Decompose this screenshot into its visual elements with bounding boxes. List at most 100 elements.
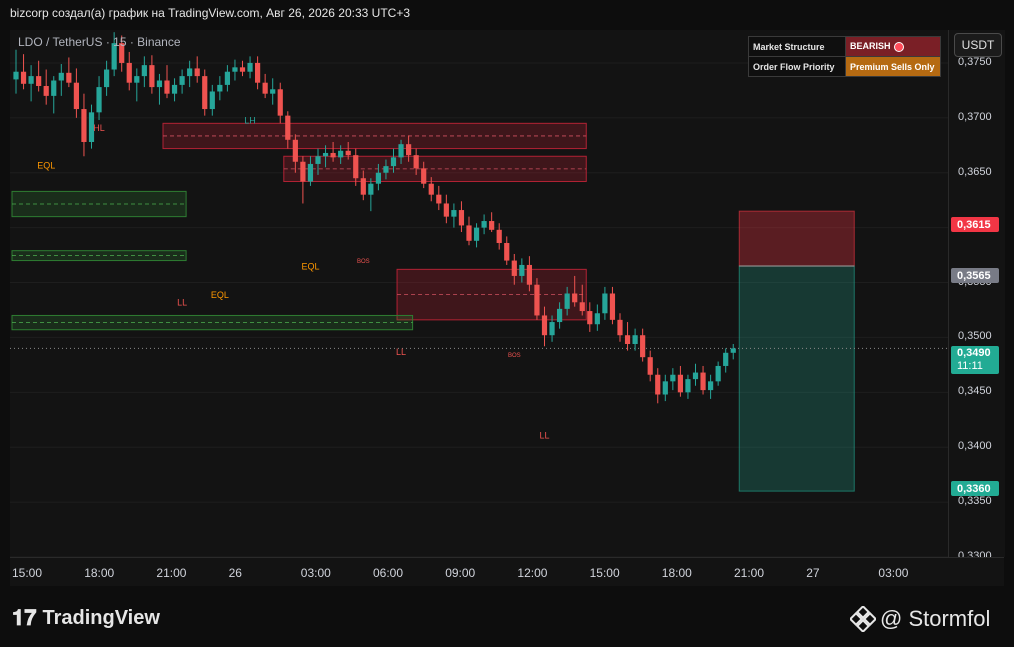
tradingview-mark-icon: 𝟏𝟕 [12, 605, 37, 630]
price-tag-current: 0,3490 11:11 [951, 346, 999, 374]
candle-body [368, 183, 374, 195]
plot-area[interactable]: HL EQL LH LL EQL EQL LL LL BOS BOS [10, 30, 948, 557]
candle-body [315, 156, 321, 164]
annotation-eql: EQL [37, 160, 55, 170]
candle-body [134, 76, 140, 83]
time-tick-label: 03:00 [300, 566, 331, 580]
candle-body [519, 264, 525, 276]
time-tick-label: 09:00 [445, 566, 476, 580]
tradingview-logo[interactable]: 𝟏𝟕 TradingView [12, 605, 160, 631]
annotation-bos: BOS [508, 353, 521, 359]
candle-body [708, 381, 714, 391]
candle-body [375, 172, 381, 184]
candle-body [383, 166, 389, 173]
candle-body [572, 293, 578, 303]
candle-body [504, 242, 510, 261]
candle-body [58, 72, 64, 81]
candle-body [557, 308, 563, 323]
candlestick-chart[interactable]: HL EQL LH LL EQL EQL LL LL BOS BOS [10, 30, 948, 557]
current-price: 0,3490 [957, 347, 991, 359]
candle-body [406, 144, 412, 156]
candle-body [292, 139, 298, 162]
candle-body [156, 80, 163, 88]
candle-body [692, 372, 699, 380]
candle-body [511, 260, 517, 276]
candle-body [534, 284, 540, 316]
candle-body [602, 293, 608, 314]
candle-body [164, 80, 170, 94]
candle-body [217, 84, 223, 92]
candle-body [700, 372, 706, 391]
candle-body [723, 352, 729, 366]
price-tick-label: 0,3350 [958, 495, 992, 508]
candle-body [715, 365, 721, 382]
candle-body [13, 71, 19, 80]
candle-body [187, 68, 193, 77]
candle-body [247, 62, 253, 72]
demand-zone [11, 314, 414, 331]
candle-body [685, 379, 691, 393]
time-tick-label: 03:00 [878, 566, 909, 580]
price-tick-label: 0,3400 [958, 440, 992, 453]
candle-body [421, 168, 427, 184]
candle-body [670, 374, 676, 382]
candle-body [443, 203, 449, 217]
candle-body [300, 161, 306, 182]
market-structure-label: Market Structure [748, 36, 846, 57]
candle-body [655, 374, 661, 395]
symbol-label: LDO / TetherUS · 15 · Binance [18, 35, 181, 49]
candle-body [640, 335, 646, 358]
annotation-eql: EQL [211, 290, 229, 300]
price-tick-label: 0,3750 [958, 55, 992, 68]
price-tick-label: 0,3450 [958, 385, 992, 398]
time-tick-label: 21:00 [156, 566, 187, 580]
candle-body [451, 210, 457, 217]
candle-body [677, 374, 683, 393]
candle-body [28, 76, 34, 84]
header-title: bizcorp создал(а) график на TradingView.… [10, 6, 411, 20]
annotation-ll: LL [539, 430, 549, 440]
candle-body [345, 150, 351, 156]
candle-body [202, 76, 208, 110]
price-tick-label: 0,3700 [958, 110, 992, 123]
candle-body [126, 62, 132, 83]
time-tick-label: 15:00 [12, 566, 43, 580]
candle-body [285, 115, 291, 140]
annotation-bos: BOS [357, 259, 370, 265]
candle-body [277, 89, 283, 116]
annotation-lh: LH [244, 115, 256, 125]
time-tick-label: 18:00 [661, 566, 692, 580]
annotation-ll: LL [396, 347, 406, 357]
candle-body [617, 319, 623, 336]
candle-body [353, 155, 359, 179]
author-credit: @ Stormfol [850, 606, 990, 632]
market-structure-table: Market Structure BEARISH Order Flow Prio… [748, 36, 941, 77]
candle-body [473, 227, 480, 241]
candle-body [609, 293, 616, 320]
candle-body [81, 109, 87, 142]
time-tick-label: 27 [806, 566, 820, 580]
candle-body [662, 381, 668, 395]
price-axis[interactable] [948, 30, 1005, 557]
candle-body [149, 65, 155, 88]
candle-body [36, 76, 42, 86]
time-tick-label: 15:00 [589, 566, 620, 580]
candle-body [390, 157, 397, 167]
candle-body [496, 229, 502, 243]
candle-body [587, 311, 593, 325]
candle-body [330, 152, 336, 158]
diamond-logo-icon [850, 606, 876, 632]
candle-body [20, 71, 27, 84]
candle-body [458, 210, 465, 226]
currency-unit-button[interactable]: USDT [954, 33, 1002, 57]
order-flow-value: Premium Sells Only [845, 56, 941, 77]
candle-body [466, 225, 472, 241]
time-tick-label: 18:00 [84, 566, 115, 580]
candle-body [489, 221, 495, 230]
time-tick-label: 12:00 [517, 566, 548, 580]
candle-body [141, 65, 147, 77]
stop-loss-box [738, 210, 855, 267]
candle-body [398, 144, 404, 158]
candle-body [96, 87, 102, 113]
candle-body [632, 335, 638, 345]
